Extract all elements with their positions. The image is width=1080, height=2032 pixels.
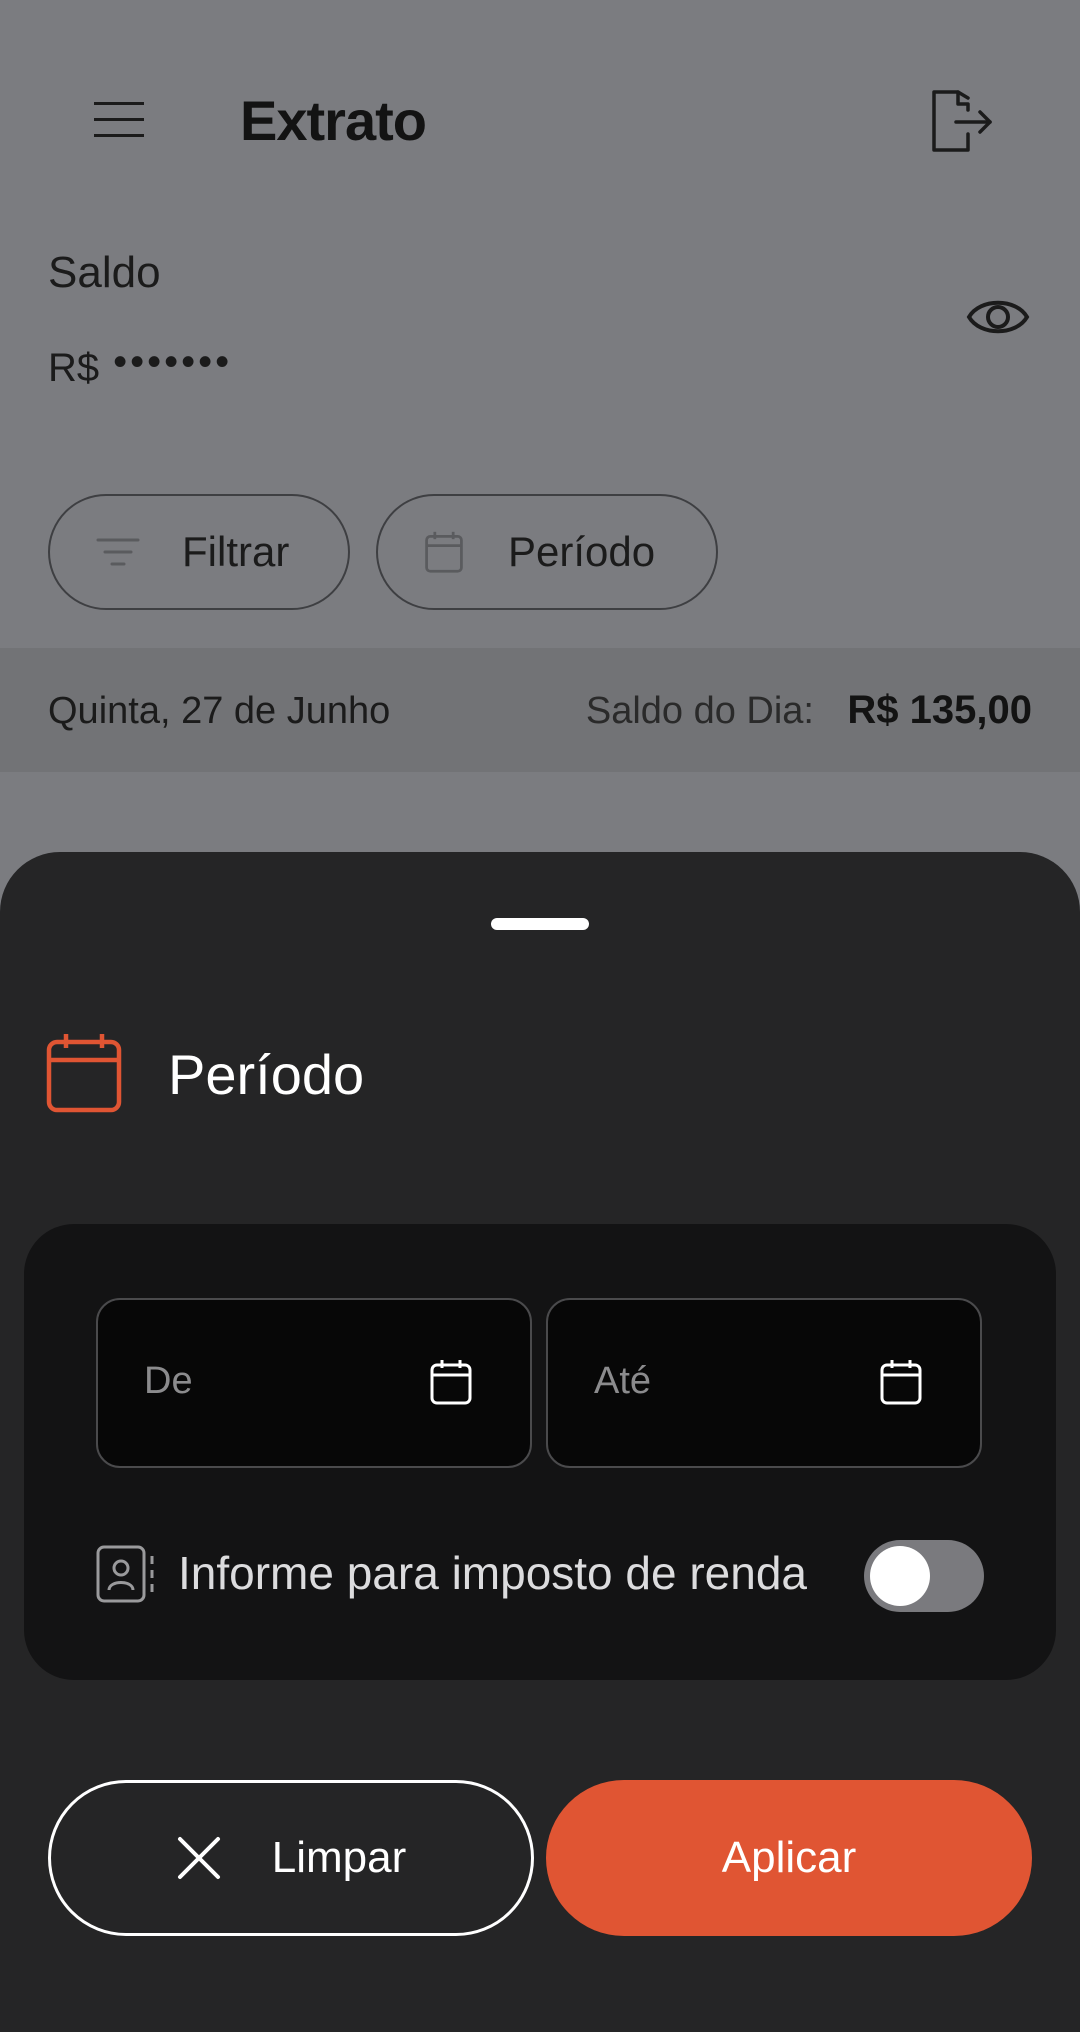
day-balance-label: Saldo do Dia: — [585, 690, 814, 732]
masked-balance: ••••••• — [113, 340, 233, 384]
currency-symbol: R$ — [48, 346, 100, 390]
calendar-icon — [425, 531, 463, 573]
statement-page: Extrato Saldo R$ ••••••• Filtrar Período… — [0, 0, 1080, 2032]
menu-icon[interactable] — [94, 100, 144, 140]
period-bottom-sheet: Período De Até Informe para imposto de r… — [0, 852, 1080, 2032]
calendar-icon[interactable] — [880, 1358, 922, 1406]
contact-card-icon — [96, 1545, 154, 1603]
sheet-title: Período — [168, 1043, 365, 1106]
balance-label: Saldo — [48, 248, 161, 297]
period-chip[interactable]: Período — [376, 494, 718, 610]
eye-icon[interactable] — [966, 290, 1030, 344]
day-header: Quinta, 27 de Junho Saldo do Dia: R$ 135… — [0, 648, 1080, 772]
calendar-icon — [46, 1034, 122, 1113]
page-title: Extrato — [240, 89, 427, 152]
clear-button-label: Limpar — [271, 1833, 407, 1882]
income-tax-toggle[interactable] — [864, 1540, 984, 1612]
drag-handle[interactable] — [491, 918, 589, 930]
start-date-placeholder: De — [144, 1360, 193, 1402]
period-chip-label: Período — [508, 528, 656, 575]
day-balance-value: R$ 135,00 — [847, 688, 1032, 732]
apply-button-label: Aplicar — [721, 1833, 857, 1882]
balance-value: R$ ••••••• — [48, 340, 232, 391]
start-date-field[interactable]: De — [96, 1298, 532, 1468]
filter-chip-label: Filtrar — [182, 528, 290, 575]
day-date: Quinta, 27 de Junho — [48, 690, 391, 732]
logout-icon[interactable] — [928, 90, 994, 154]
apply-button[interactable]: Aplicar — [546, 1780, 1032, 1936]
period-form-panel: De Até Informe para imposto de renda — [24, 1224, 1056, 1680]
top-app-bar: Extrato — [0, 0, 1080, 200]
filter-icon — [96, 538, 140, 566]
close-icon — [177, 1837, 220, 1879]
toggle-knob — [870, 1546, 930, 1606]
clear-button[interactable]: Limpar — [48, 1780, 534, 1936]
income-tax-label: Informe para imposto de renda — [178, 1547, 808, 1599]
filter-chip[interactable]: Filtrar — [48, 494, 350, 610]
end-date-field[interactable]: Até — [546, 1298, 982, 1468]
end-date-placeholder: Até — [594, 1360, 652, 1402]
calendar-icon[interactable] — [430, 1358, 472, 1406]
